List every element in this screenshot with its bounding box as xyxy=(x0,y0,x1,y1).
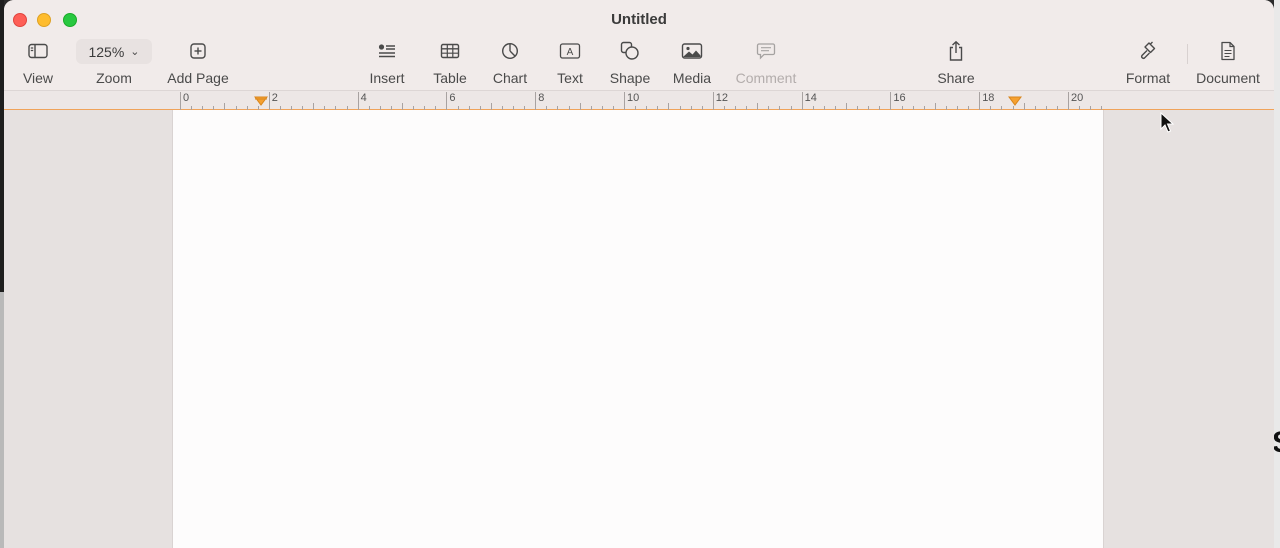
shape-label: Shape xyxy=(609,70,651,86)
document-label: Document xyxy=(1196,70,1260,86)
ruler-number: 20 xyxy=(1071,92,1084,104)
insert-button[interactable]: Insert xyxy=(366,38,408,88)
table-button[interactable]: Table xyxy=(430,38,470,88)
ruler-tick xyxy=(846,103,847,110)
left-indent-marker[interactable] xyxy=(254,96,268,106)
add-page-button[interactable]: Add Page xyxy=(165,38,231,88)
media-button[interactable]: Media xyxy=(670,38,714,88)
ruler-number: 14 xyxy=(804,92,817,104)
ruler-tick xyxy=(1023,103,1025,110)
ruler-number: 10 xyxy=(627,92,640,104)
ruler-tick xyxy=(1068,92,1069,110)
share-icon xyxy=(943,38,969,64)
chevron-down-icon: ⌄ xyxy=(130,46,140,58)
window-title: Untitled xyxy=(611,11,667,28)
paintbrush-icon xyxy=(1135,38,1161,64)
right-indent-marker[interactable] xyxy=(1008,96,1022,106)
shape-icon xyxy=(617,38,643,64)
format-button[interactable]: Format xyxy=(1123,38,1173,88)
comment-button[interactable]: Comment xyxy=(733,38,799,88)
document-icon xyxy=(1215,38,1241,64)
ruler-tick xyxy=(402,103,403,110)
ruler-tick xyxy=(712,92,714,110)
ruler-tick xyxy=(224,103,226,110)
ruler-tick xyxy=(535,92,537,110)
insert-list-icon xyxy=(374,38,400,64)
ruler-tick xyxy=(579,103,581,110)
ruler-number: 12 xyxy=(715,92,729,104)
add-page-label: Add Page xyxy=(167,70,229,86)
zoom-dropdown[interactable]: 125% ⌄ xyxy=(76,39,152,64)
image-icon xyxy=(679,38,705,64)
ruler-number: 18 xyxy=(982,92,995,104)
view-label: View xyxy=(22,70,54,86)
view-button[interactable]: View xyxy=(20,38,56,88)
share-label: Share xyxy=(937,70,975,86)
comment-icon xyxy=(753,38,779,64)
ruler-number: 8 xyxy=(538,92,545,104)
sidebar-icon xyxy=(25,38,51,64)
format-label: Format xyxy=(1125,70,1171,86)
text-label: Text xyxy=(557,70,583,86)
share-button[interactable]: Share xyxy=(934,38,978,88)
pie-chart-icon xyxy=(497,38,523,64)
ruler-tick xyxy=(890,92,892,110)
chart-button[interactable]: Chart xyxy=(490,38,530,88)
mouse-pointer-icon xyxy=(1160,112,1175,133)
ruler-tick xyxy=(357,92,359,110)
ruler-tick xyxy=(979,92,981,110)
document-canvas xyxy=(4,110,1274,548)
text-box-icon: A xyxy=(557,38,583,64)
zoom-label: Zoom xyxy=(96,70,132,86)
zoom-value: 125% xyxy=(88,43,125,60)
ruler-tick xyxy=(490,103,492,110)
svg-text:A: A xyxy=(567,47,574,58)
document-page[interactable] xyxy=(172,110,1104,548)
comment-label: Comment xyxy=(735,70,797,86)
ruler-tick xyxy=(668,103,670,110)
ruler-scale: 0 2 4 6 8 10 12 14 16 18 20 xyxy=(172,91,1104,110)
media-label: Media xyxy=(672,70,712,86)
pages-window: Untitled View 125% ⌄ Zoom Add Page Inser… xyxy=(4,0,1274,548)
toolbar-separator xyxy=(1187,44,1188,64)
desktop-background-right xyxy=(1274,0,1280,548)
document-button[interactable]: Document xyxy=(1192,38,1264,88)
ruler-tick xyxy=(801,92,803,110)
plus-square-icon xyxy=(185,38,211,64)
ruler-tick xyxy=(624,92,625,110)
ruler-tick xyxy=(268,92,270,110)
chart-label: Chart xyxy=(492,70,528,86)
ruler-tick xyxy=(757,103,759,110)
horizontal-ruler[interactable]: 0 2 4 6 8 10 12 14 16 18 20 xyxy=(4,90,1274,110)
title-bar: Untitled View 125% ⌄ Zoom Add Page Inser… xyxy=(4,0,1274,90)
ruler-number: 0 xyxy=(183,92,190,104)
ruler-tick xyxy=(934,103,936,110)
ruler-number: 2 xyxy=(271,92,278,104)
ruler-number: 4 xyxy=(360,92,367,104)
ruler-tick xyxy=(446,92,448,110)
table-icon xyxy=(437,38,463,64)
text-button[interactable]: A Text xyxy=(552,38,588,88)
shape-button[interactable]: Shape xyxy=(608,38,652,88)
ruler-number: 16 xyxy=(893,92,906,104)
table-label: Table xyxy=(433,70,467,86)
ruler-tick xyxy=(180,92,181,110)
insert-label: Insert xyxy=(369,70,405,86)
ruler-tick xyxy=(313,103,315,110)
ruler-number: 6 xyxy=(449,92,456,104)
